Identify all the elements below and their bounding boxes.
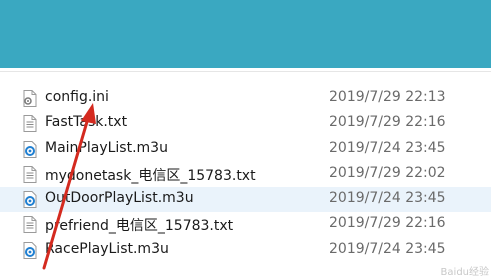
file-date-modified: 2019/7/24 23:45	[329, 190, 446, 207]
file-name: RacePlayList.m3u	[45, 240, 169, 257]
file-date-modified: 2019/7/24 23:45	[329, 240, 446, 257]
file-name: prefriend_电信区_15783.txt	[45, 218, 234, 235]
file-name: MainPlayList.m3u	[45, 139, 168, 156]
file-name: OutDoorPlayList.m3u	[45, 190, 194, 207]
file-row-fasttask-txt[interactable]: FastTask.txt 2019/7/29 22:16	[0, 111, 491, 136]
file-row-mydonetask-txt[interactable]: mydonetask_电信区_15783.txt 2019/7/29 22:02	[0, 162, 491, 187]
file-date-modified: 2019/7/29 22:13	[329, 89, 446, 105]
header-divider	[0, 71, 491, 72]
text-file-icon	[22, 165, 38, 183]
file-row-outdoorplaylist-m3u[interactable]: OutDoorPlayList.m3u 2019/7/24 23:45	[0, 187, 491, 213]
file-list: config.ini 2019/7/29 22:13 FastTask.txt …	[0, 86, 491, 263]
file-row-config-ini[interactable]: config.ini 2019/7/29 22:13	[0, 86, 491, 111]
file-row-raceplaylist-m3u[interactable]: RacePlayList.m3u 2019/7/24 23:45	[0, 238, 491, 263]
text-file-icon	[22, 115, 38, 133]
file-name: config.ini	[45, 89, 109, 105]
file-row-mainplaylist-m3u[interactable]: MainPlayList.m3u 2019/7/24 23:45	[0, 137, 491, 162]
file-name: FastTask.txt	[45, 114, 128, 131]
file-row-prefriend-txt[interactable]: prefriend_电信区_15783.txt 2019/7/29 22:16	[0, 212, 491, 237]
file-date-modified: 2019/7/29 22:02	[329, 164, 446, 181]
settings-file-icon	[22, 90, 38, 107]
watermark: Baidu经验	[440, 267, 489, 278]
file-date-modified: 2019/7/29 22:16	[329, 114, 446, 131]
file-name: mydonetask_电信区_15783.txt	[45, 167, 256, 184]
media-playlist-icon	[22, 140, 38, 158]
media-playlist-icon	[22, 191, 38, 209]
file-date-modified: 2019/7/24 23:45	[329, 139, 446, 156]
text-file-icon	[22, 216, 38, 234]
file-date-modified: 2019/7/29 22:16	[329, 215, 446, 232]
window-titlebar	[0, 0, 491, 68]
media-playlist-icon	[22, 241, 38, 259]
